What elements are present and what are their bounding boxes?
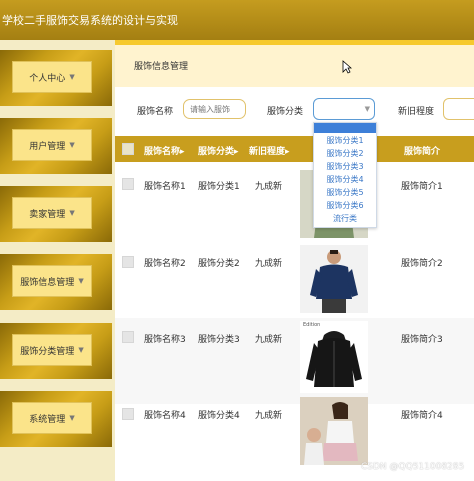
clothing-photo xyxy=(300,245,368,313)
condition-select[interactable] xyxy=(443,98,474,120)
dropdown-option[interactable]: 服饰分类6 xyxy=(314,200,376,211)
caret-down-icon: ▼ xyxy=(78,277,84,285)
sidebar-item-label: 卖家管理 xyxy=(29,209,66,220)
category-dropdown-menu: 服饰分类1 服饰分类2 服饰分类3 服饰分类4 服饰分类5 服饰分类6 流行类 xyxy=(313,122,377,228)
caret-down-icon: ▼ xyxy=(78,346,84,354)
clothing-photo: Edition xyxy=(300,321,368,393)
cell-condition: 九成新 xyxy=(255,335,283,345)
table-row: 服饰名称2 服饰分类2 九成新 服饰简介2 xyxy=(115,240,474,319)
cell-intro: 服饰简介4 xyxy=(401,411,443,421)
cell-category: 服饰分类4 xyxy=(198,411,240,421)
dropdown-option[interactable]: 服饰分类1 xyxy=(314,135,376,146)
dropdown-option[interactable]: 服饰分类2 xyxy=(314,148,376,159)
caret-down-icon: ▼ xyxy=(69,209,75,217)
cell-condition: 九成新 xyxy=(255,259,283,269)
row-checkbox[interactable] xyxy=(122,178,134,190)
top-bar: 学校二手服饰交易系统的设计与实现 xyxy=(0,0,474,40)
cell-condition: 九成新 xyxy=(255,182,283,192)
sidebar-item-personal-center[interactable]: 个人中心 ▼ xyxy=(0,50,112,106)
sidebar-item-clothing-category-management[interactable]: 服饰分类管理 ▼ xyxy=(0,323,112,379)
column-header[interactable]: 服饰分类▸ xyxy=(198,144,239,157)
breadcrumb: 服饰信息管理 xyxy=(115,45,474,87)
app-title: 学校二手服饰交易系统的设计与实现 xyxy=(2,14,178,27)
table-header: 服饰名称▸ 服饰分类▸ 新旧程度▸ 服饰简介 xyxy=(115,136,474,162)
row-checkbox[interactable] xyxy=(122,408,134,420)
dropdown-option[interactable]: 服饰分类3 xyxy=(314,161,376,172)
condition-filter-label: 新旧程度 xyxy=(398,107,435,117)
dropdown-highlight xyxy=(314,123,376,133)
table-row: 服饰名称3 服饰分类3 九成新 Edition 服饰简介3 xyxy=(115,318,474,405)
cell-name: 服饰名称4 xyxy=(144,411,186,421)
clothing-photo xyxy=(300,397,368,465)
column-header[interactable]: 服饰名称▸ xyxy=(144,144,185,157)
row-checkbox[interactable] xyxy=(122,331,134,343)
sidebar-item-label: 系统管理 xyxy=(29,414,66,425)
sidebar-item-system-management[interactable]: 系统管理 ▼ xyxy=(0,391,112,447)
category-select[interactable]: ▼ xyxy=(313,98,375,120)
cell-category: 服饰分类3 xyxy=(198,335,240,345)
cell-intro: 服饰简介3 xyxy=(401,335,443,345)
sidebar-item-seller-management[interactable]: 卖家管理 ▼ xyxy=(0,186,112,242)
table-row: 服饰名称1 服饰分类1 九成新 服饰简介1 xyxy=(115,162,474,241)
cell-intro: 服饰简介1 xyxy=(401,182,443,192)
dropdown-option[interactable]: 服饰分类4 xyxy=(314,174,376,185)
chevron-down-icon: ▼ xyxy=(364,105,370,113)
main-content: 服饰信息管理 服饰名称 服饰分类 ▼ 新旧程度 服饰名称▸ 服饰分类▸ 新旧程度… xyxy=(115,40,474,481)
mouse-cursor-icon xyxy=(342,60,352,74)
cell-condition: 九成新 xyxy=(255,411,283,421)
page-title: 服饰信息管理 xyxy=(134,62,189,72)
category-filter-label: 服饰分类 xyxy=(267,107,304,117)
watermark: CSDN @QQ511008285 xyxy=(361,462,465,472)
column-header: 服饰简介 xyxy=(404,147,441,157)
name-search-input[interactable] xyxy=(183,99,246,119)
cell-name: 服饰名称2 xyxy=(144,259,186,269)
sidebar-item-label: 服饰信息管理 xyxy=(20,277,75,288)
sidebar-item-user-management[interactable]: 用户管理 ▼ xyxy=(0,118,112,174)
sidebar-item-clothing-info-management[interactable]: 服饰信息管理 ▼ xyxy=(0,254,112,310)
select-all-checkbox[interactable] xyxy=(122,143,134,155)
caret-down-icon: ▼ xyxy=(69,141,75,149)
sidebar-item-label: 服饰分类管理 xyxy=(20,346,75,357)
caret-down-icon: ▼ xyxy=(69,414,75,422)
column-header[interactable]: 新旧程度▸ xyxy=(249,144,290,157)
cell-category: 服饰分类2 xyxy=(198,259,240,269)
cell-intro: 服饰简介2 xyxy=(401,259,443,269)
sidebar-item-label: 个人中心 xyxy=(29,73,66,84)
dropdown-option[interactable]: 服饰分类5 xyxy=(314,187,376,198)
sidebar: 个人中心 ▼ 用户管理 ▼ 卖家管理 ▼ 服饰信息管理 ▼ 服饰分类管理 ▼ 系… xyxy=(0,40,115,481)
photo-caption: Edition xyxy=(303,322,321,328)
cell-category: 服饰分类1 xyxy=(198,182,240,192)
cell-name: 服饰名称1 xyxy=(144,182,186,192)
caret-down-icon: ▼ xyxy=(69,73,75,81)
dropdown-option[interactable]: 流行类 xyxy=(314,213,376,224)
cell-name: 服饰名称3 xyxy=(144,335,186,345)
name-filter-label: 服饰名称 xyxy=(137,107,174,117)
sidebar-item-label: 用户管理 xyxy=(29,141,66,152)
row-checkbox[interactable] xyxy=(122,256,134,268)
